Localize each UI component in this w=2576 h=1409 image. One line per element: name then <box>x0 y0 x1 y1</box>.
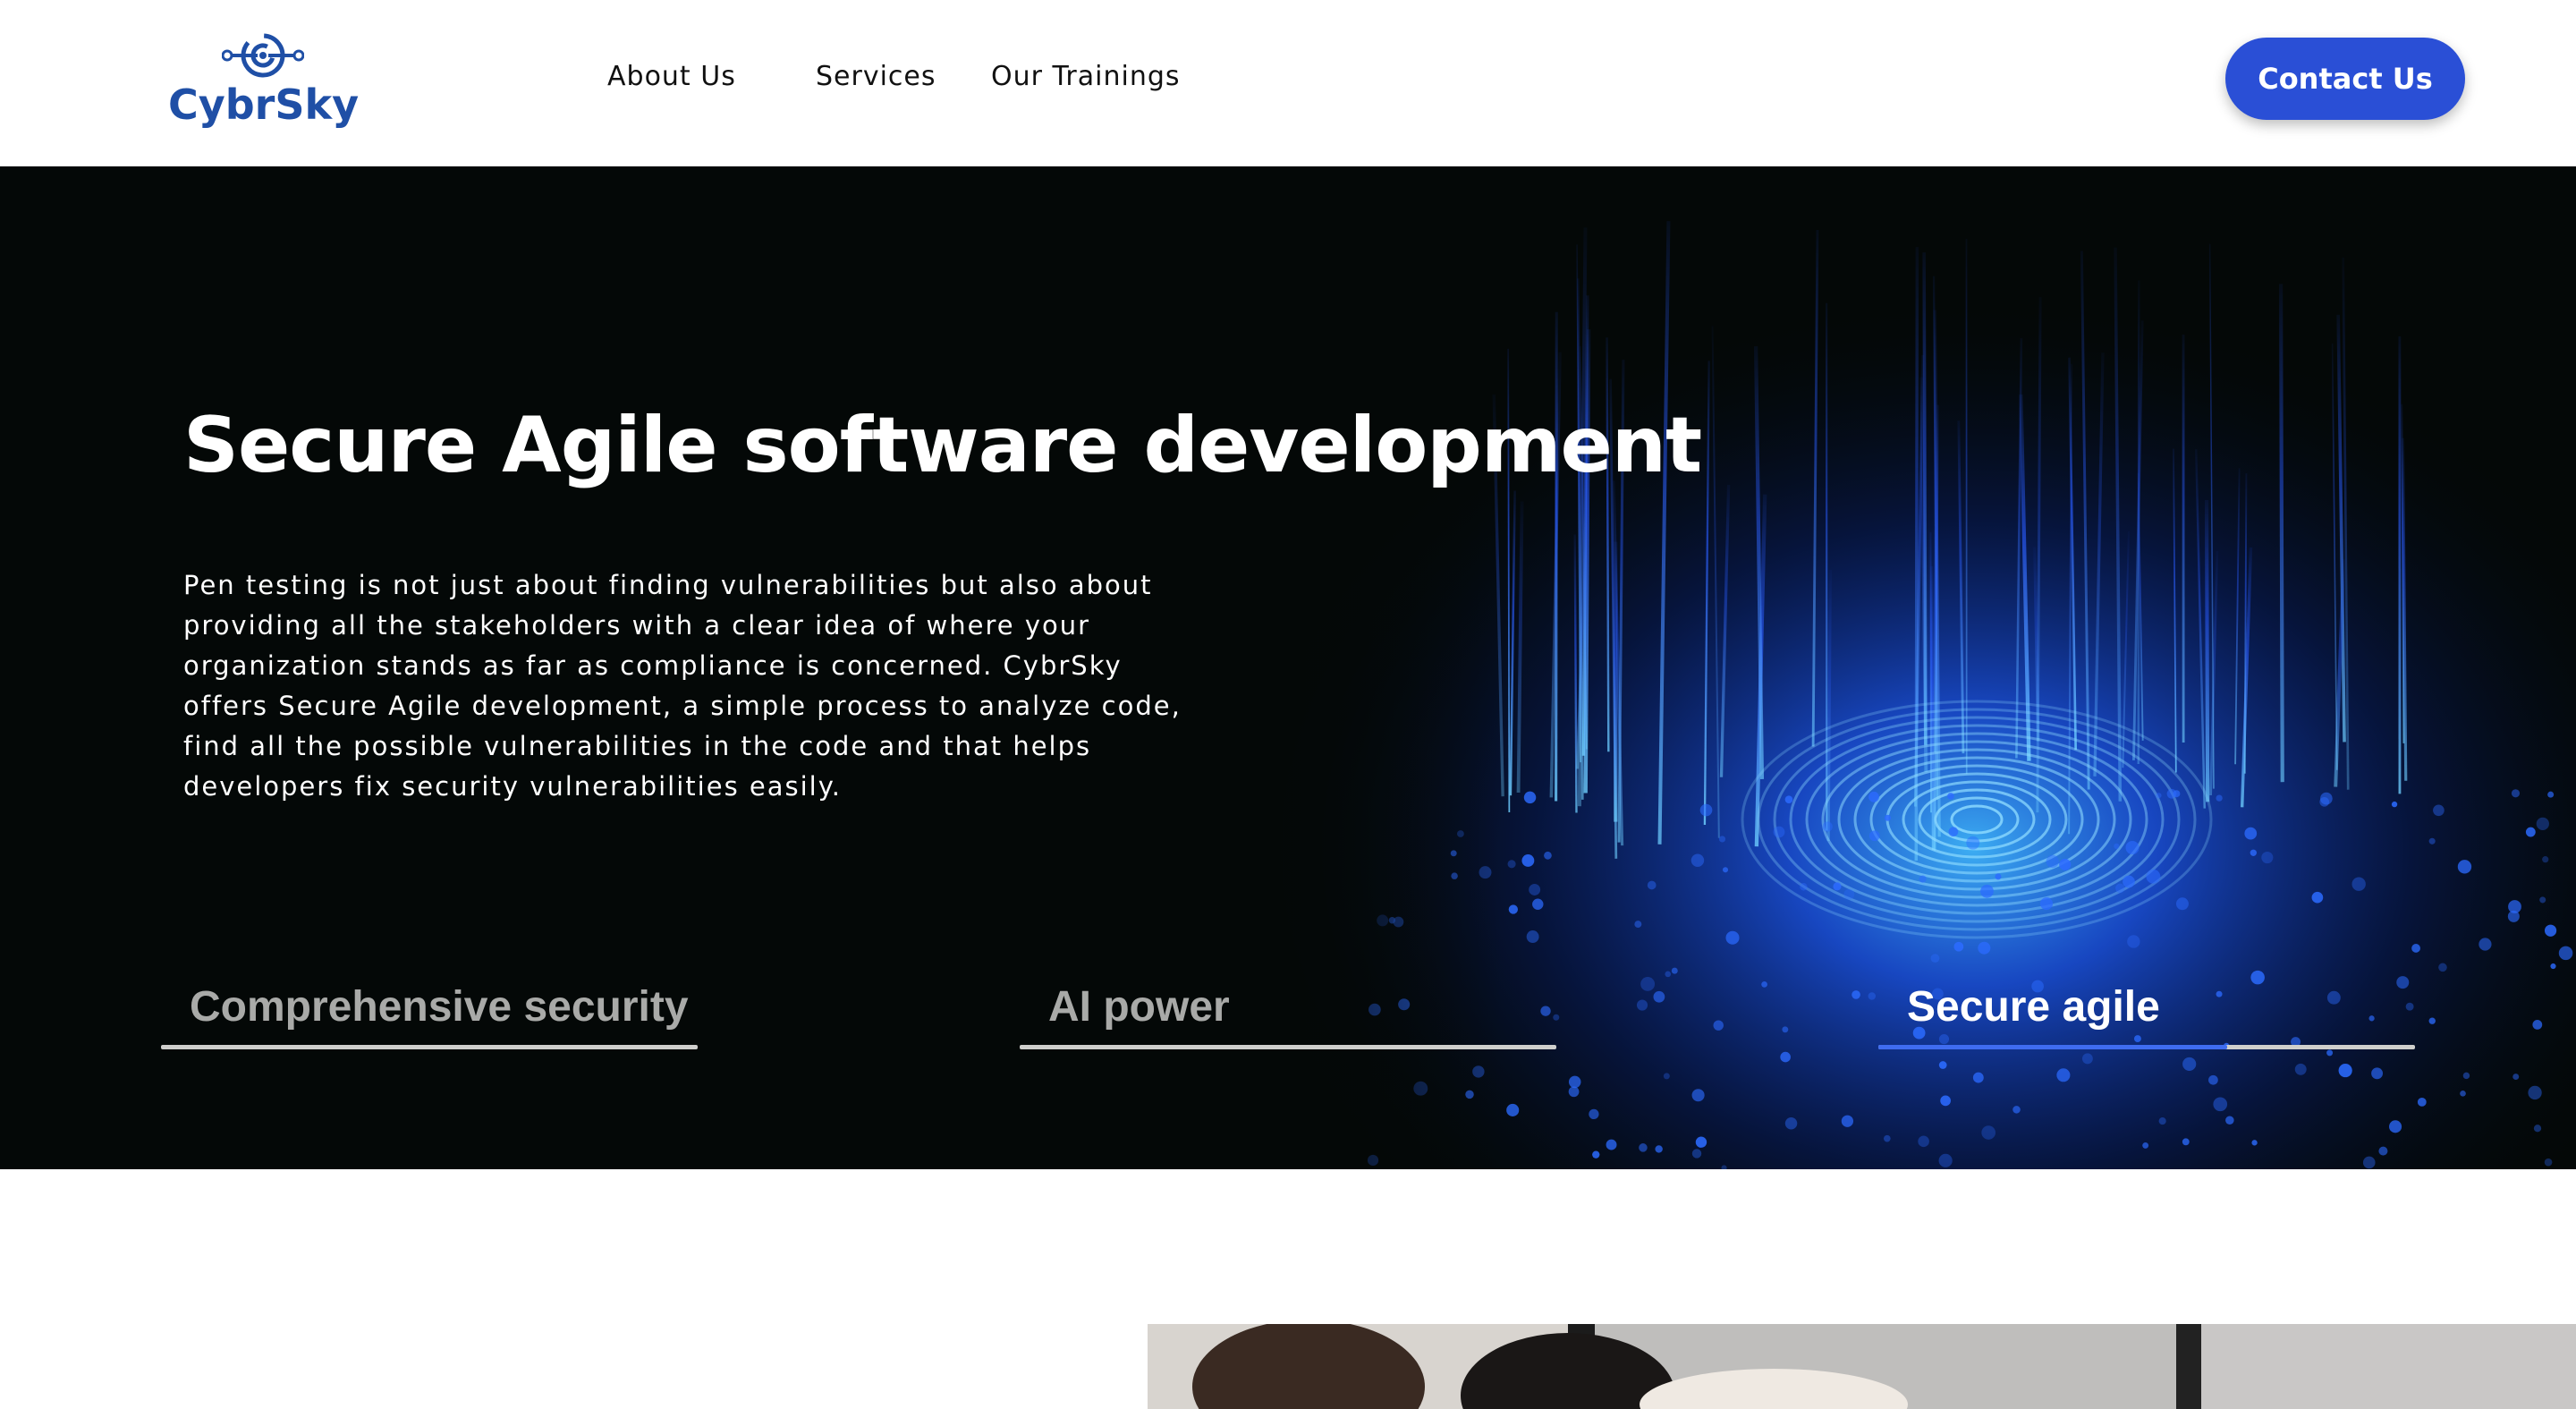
tab-comprehensive-security[interactable]: Comprehensive security <box>161 982 698 1072</box>
site-header: CybrSky About Us Services Our Trainings … <box>0 0 2576 166</box>
hero-description: Pen testing is not just about finding vu… <box>183 570 1182 802</box>
hero-section: Secure Agile software development Pen te… <box>0 166 2576 1169</box>
nav-services[interactable]: Services <box>816 61 936 92</box>
logo-wordmark: CybrSky <box>168 81 360 129</box>
tab-secure-agile[interactable]: Secure agile <box>1878 982 2415 1072</box>
tab-ai-power[interactable]: AI power <box>1020 982 1556 1072</box>
nav-our-trainings[interactable]: Our Trainings <box>991 61 1181 92</box>
tab-progress-fill <box>1878 1045 2227 1049</box>
tab-label: AI power <box>1048 983 1230 1031</box>
tab-progress-track <box>161 1045 698 1049</box>
nav-about-us[interactable]: About Us <box>607 61 736 92</box>
team-photo-graphic <box>1148 1324 2576 1409</box>
tab-label: Secure agile <box>1907 983 2160 1031</box>
target-circuit-icon <box>222 33 304 78</box>
tab-progress-track <box>1020 1045 1556 1049</box>
tab-label: Comprehensive security <box>190 983 689 1031</box>
team-photo <box>1148 1324 2576 1409</box>
brand-logo[interactable]: CybrSky <box>168 25 360 138</box>
contact-us-button[interactable]: Contact Us <box>2225 38 2465 120</box>
hero-title: Secure Agile software development <box>183 401 1702 490</box>
